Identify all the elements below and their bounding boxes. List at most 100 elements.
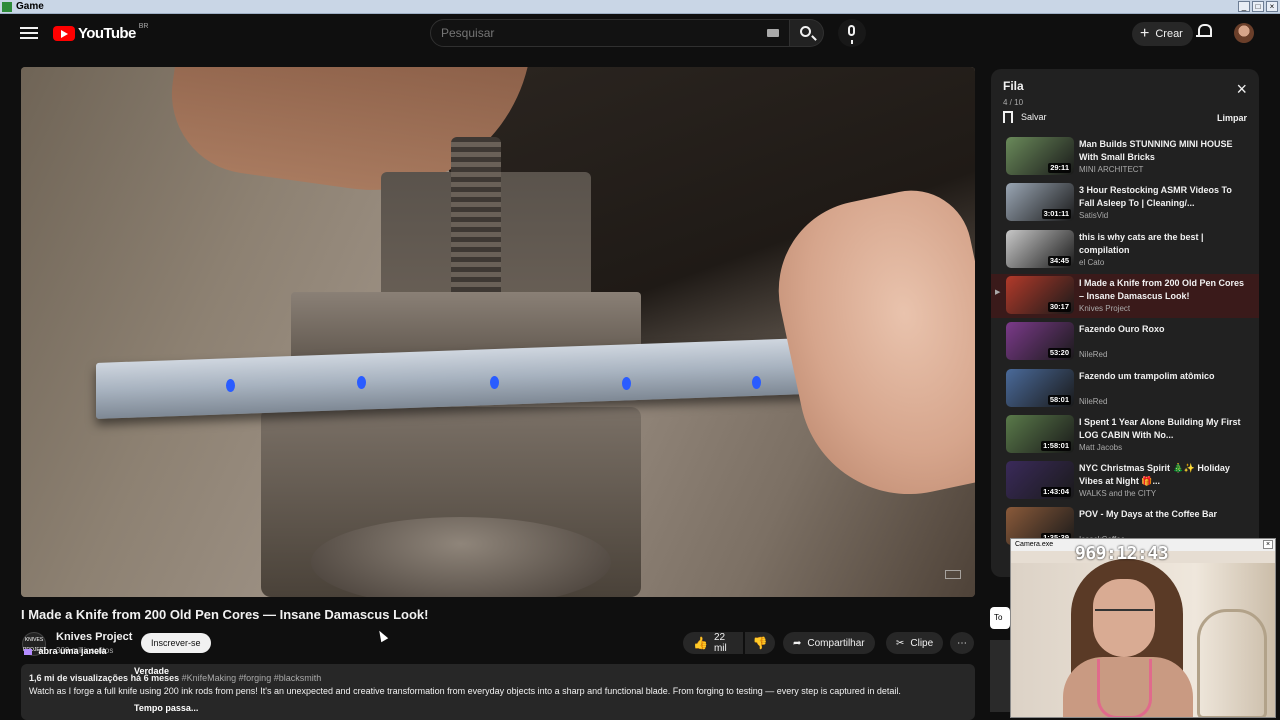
queue-title: Fila bbox=[1003, 79, 1024, 93]
blue-mark bbox=[357, 376, 366, 389]
webcam-chair bbox=[1197, 609, 1267, 717]
youtube-header: YouTube BR + Crear bbox=[0, 14, 1280, 54]
plus-icon: + bbox=[1140, 25, 1150, 42]
queue-thumbnail[interactable]: 53:20 bbox=[1006, 322, 1074, 361]
more-actions-button[interactable]: ⋯ bbox=[950, 632, 974, 654]
queue-thumbnail[interactable]: 58:01 bbox=[1006, 368, 1074, 407]
search-button[interactable] bbox=[790, 19, 824, 47]
queue-item-title[interactable]: NYC Christmas Spirit 🎄✨ Holiday Vibes at… bbox=[1079, 462, 1249, 488]
search-box[interactable] bbox=[430, 19, 790, 47]
queue-thumbnail[interactable]: 1:58:01 bbox=[1006, 414, 1074, 453]
queue-item-channel: MINI ARCHITECT bbox=[1079, 165, 1144, 174]
queue-item-channel: WALKS and the CITY bbox=[1079, 489, 1157, 499]
scissors-icon: ✂ bbox=[896, 637, 905, 649]
queue-item-title[interactable]: I Spent 1 Year Alone Building My First L… bbox=[1079, 416, 1249, 442]
clear-queue-button[interactable]: Limpar bbox=[1217, 113, 1247, 123]
queue-item-channel: NileRed bbox=[1079, 396, 1108, 406]
dislike-button[interactable]: 👎 bbox=[745, 632, 775, 654]
queue-thumbnail[interactable]: 1:43:04 bbox=[1006, 461, 1074, 500]
user-avatar[interactable] bbox=[1234, 23, 1254, 43]
close-window-button[interactable]: × bbox=[1266, 1, 1278, 12]
search-input[interactable] bbox=[441, 26, 741, 40]
queue-thumbnail[interactable]: 29:11 bbox=[1006, 137, 1074, 175]
queue-item-title[interactable]: Fazendo Ouro Roxo bbox=[1079, 323, 1249, 336]
save-queue-button[interactable]: Salvar bbox=[1003, 111, 1047, 123]
stream-timer: 969:12:43 bbox=[1075, 543, 1169, 564]
blue-mark bbox=[752, 376, 761, 389]
youtube-logo[interactable]: YouTube BR bbox=[53, 23, 149, 42]
queue-item-title[interactable]: POV - My Days at the Coffee Bar bbox=[1079, 508, 1249, 521]
queue-item[interactable]: 3:01:11 3 Hour Restocking ASMR Videos To … bbox=[991, 181, 1259, 225]
minimize-button[interactable]: _ bbox=[1238, 1, 1250, 12]
share-button[interactable]: ➦ Compartilhar bbox=[783, 632, 875, 654]
webcam-strap bbox=[1097, 659, 1152, 717]
queue-item[interactable]: 29:11 Man Builds STUNNING MINI HOUSE With… bbox=[991, 135, 1259, 179]
overlay-chat-line: Tempo passa... bbox=[134, 703, 198, 713]
close-icon[interactable]: × bbox=[1236, 80, 1247, 98]
queue-item[interactable]: 34:45 this is why cats are the best | com… bbox=[991, 228, 1259, 272]
keyboard-icon[interactable] bbox=[767, 29, 779, 37]
chat-badge-icon bbox=[24, 648, 32, 655]
like-button[interactable]: 👍 22 mil bbox=[683, 632, 743, 654]
subscribe-button[interactable]: Inscrever-se bbox=[141, 633, 211, 653]
overlay-chat-text: Tempo passa... bbox=[134, 703, 199, 713]
queue-item-channel: el Cato bbox=[1079, 257, 1105, 267]
now-playing-icon: ▶ bbox=[995, 288, 1001, 296]
search-icon bbox=[800, 26, 811, 37]
create-button[interactable]: + Crear bbox=[1132, 22, 1193, 46]
queue-item-title[interactable]: Man Builds STUNNING MINI HOUSE With Smal… bbox=[1079, 138, 1249, 164]
share-icon: ➦ bbox=[793, 637, 802, 649]
logo-country-code: BR bbox=[138, 23, 149, 30]
queue-thumbnail[interactable]: 30:17 bbox=[1006, 275, 1074, 314]
hamburger-menu-icon[interactable] bbox=[20, 24, 38, 42]
video-duration: 53:20 bbox=[1047, 348, 1071, 359]
queue-item[interactable]: ▶ 30:17 I Made a Knife from 200 Old Pen Co… bbox=[991, 273, 1259, 318]
microphone-icon bbox=[848, 25, 855, 44]
blue-mark bbox=[622, 377, 631, 390]
thumbs-up-icon: 👍 bbox=[693, 636, 708, 650]
video-duration: 30:17 bbox=[1047, 301, 1071, 312]
clip-button[interactable]: ✂ Clipe bbox=[886, 632, 944, 654]
queue-thumbnail[interactable]: 34:45 bbox=[1006, 229, 1074, 268]
channel-name[interactable]: Knives Project bbox=[56, 631, 132, 643]
overlay-chat-text: abra uma janela bbox=[38, 646, 107, 656]
notifications-bell-icon[interactable] bbox=[1196, 24, 1212, 39]
queue-item-title[interactable]: I Made a Knife from 200 Old Pen Cores – … bbox=[1079, 277, 1249, 303]
like-count: 22 mil bbox=[713, 632, 727, 654]
video-player[interactable] bbox=[21, 67, 975, 597]
queue-item-title[interactable]: 3 Hour Restocking ASMR Videos To Fall As… bbox=[1079, 184, 1249, 210]
overlay-chat-line: Verdade bbox=[134, 666, 169, 676]
channel-watermark-icon[interactable] bbox=[945, 570, 961, 579]
queue-item-title[interactable]: this is why cats are the best | compilat… bbox=[1079, 231, 1249, 257]
voice-search-button[interactable] bbox=[838, 19, 866, 47]
video-duration: 29:11 bbox=[1048, 163, 1071, 173]
queue-item-title[interactable]: Fazendo um trampolim atômico bbox=[1079, 370, 1249, 383]
youtube-play-icon bbox=[53, 26, 75, 41]
window-controls: _ □ × bbox=[1238, 1, 1278, 12]
queue-item-channel: Matt Jacobs bbox=[1079, 442, 1123, 452]
queue-item[interactable]: 53:20 Fazendo Ouro Roxo NileRed bbox=[991, 320, 1259, 364]
logo-text: YouTube bbox=[78, 25, 136, 42]
video-duration: 1:58:01 bbox=[1041, 440, 1071, 451]
os-title-bar: Game _ □ × bbox=[0, 0, 1280, 14]
os-window-title: Game bbox=[16, 1, 44, 12]
bookmark-icon bbox=[1003, 111, 1013, 123]
queue-panel: Fila 4 / 10 × Salvar Limpar 29:11 Man Bui… bbox=[991, 69, 1259, 577]
maximize-button[interactable]: □ bbox=[1252, 1, 1264, 12]
queue-item[interactable]: 1:58:01 I Spent 1 Year Alone Building My … bbox=[991, 413, 1259, 457]
webcam-window[interactable]: Camera.exe × 969:12:43 bbox=[1010, 538, 1276, 718]
side-tab[interactable]: To bbox=[990, 607, 1010, 629]
video-title: I Made a Knife from 200 Old Pen Cores — … bbox=[21, 607, 429, 622]
vise-screw bbox=[451, 137, 501, 307]
hashtags[interactable]: #KnifeMaking #forging #blacksmith bbox=[182, 673, 322, 683]
webcam-close-icon[interactable]: × bbox=[1263, 540, 1273, 549]
webcam-glasses bbox=[1095, 609, 1153, 623]
queue-item-channel: NileRed bbox=[1079, 350, 1108, 360]
save-label: Salvar bbox=[1021, 112, 1047, 122]
queue-item[interactable]: 58:01 Fazendo um trampolim atômico NileRed bbox=[991, 367, 1259, 411]
queue-item[interactable]: 1:43:04 NYC Christmas Spirit 🎄✨ Holiday V… bbox=[991, 459, 1259, 503]
video-duration: 1:43:04 bbox=[1041, 487, 1071, 498]
view-count: 1,6 mi de visualizações bbox=[29, 673, 129, 683]
queue-thumbnail[interactable]: 3:01:11 bbox=[1006, 183, 1074, 222]
description-text: Watch as I forge a full knife using 200 … bbox=[29, 686, 901, 696]
